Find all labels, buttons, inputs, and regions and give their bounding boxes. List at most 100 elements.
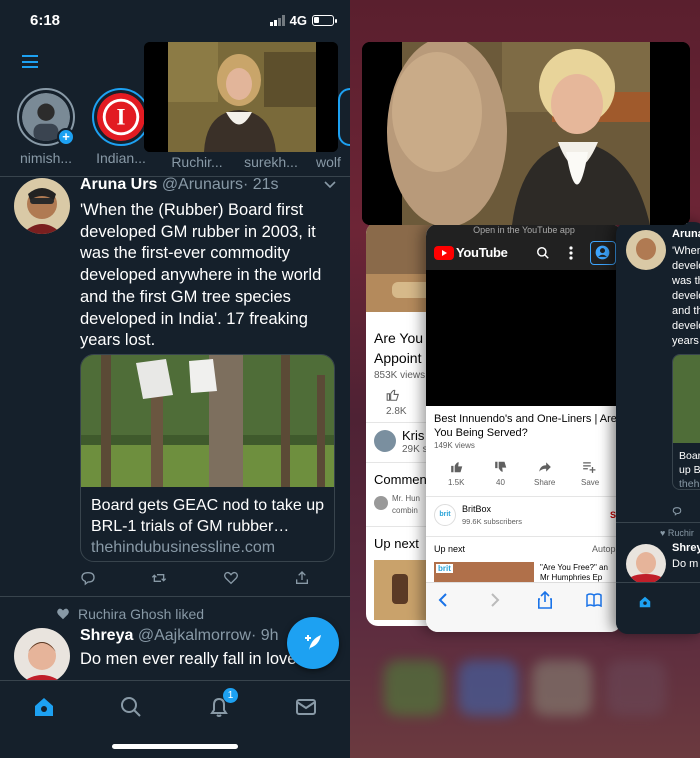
share-icon[interactable] — [294, 570, 310, 586]
account-icon — [595, 245, 610, 260]
share-icon[interactable] — [538, 460, 552, 474]
dock-app-blurred — [532, 660, 592, 716]
tweet-text: Do men ever really fall in love — [80, 650, 297, 668]
dislike-icon[interactable] — [494, 460, 508, 474]
fleet-item[interactable]: Ruchir... — [166, 150, 228, 170]
subscriber-count: 99.6K subscribers — [462, 517, 523, 526]
heart-icon — [57, 608, 69, 620]
fleet-item[interactable]: I Indian... — [90, 88, 152, 166]
author-name[interactable]: Aruna Urs — [80, 176, 157, 193]
svg-text:I: I — [117, 104, 126, 130]
more-options-icon[interactable] — [568, 246, 574, 260]
video-title: Are You Appoint — [374, 330, 424, 366]
like-count: 1.5K — [448, 478, 465, 487]
feather-plus-icon — [305, 635, 321, 650]
author-handle[interactable]: @Aajkalmorrow — [138, 627, 251, 644]
video-title: Best Innuendo's and One-Liners | Are You… — [434, 413, 617, 439]
card-title: Board gets GEAC nod to take up BRL-1 tri… — [91, 497, 325, 535]
dock-app-blurred — [458, 660, 518, 716]
app-switcher: Are You Appoint 853K views 2.8K Kris 29K… — [350, 0, 700, 758]
status-right: 4G — [269, 13, 337, 28]
video-frame — [362, 42, 690, 225]
link-card-partial: Boar up B theh — [672, 354, 700, 490]
share-icon[interactable] — [538, 591, 552, 609]
youtube-header: YouTube — [426, 236, 622, 270]
autoplay-label[interactable]: Autop — [592, 544, 616, 554]
author-name[interactable]: Shreya — [80, 627, 133, 644]
retweet-icon[interactable] — [151, 570, 167, 586]
twitter-app: 6:18 4G + nimish... I Indian... Ruchir..… — [0, 0, 350, 758]
search-icon[interactable] — [119, 695, 143, 719]
reply-icon — [672, 507, 682, 516]
up-next-label: Up next — [434, 544, 466, 554]
fleet-label: wolf — [316, 154, 341, 170]
like-icon[interactable] — [386, 388, 400, 402]
home-indicator[interactable] — [112, 744, 238, 749]
fleet-item[interactable]: wolf — [316, 150, 350, 170]
bookmarks-icon[interactable] — [586, 593, 602, 607]
author-handle[interactable]: @Arunaurs — [162, 176, 243, 193]
signal-icon — [269, 15, 285, 26]
link-card[interactable]: Board gets GEAC nod to take up BRL-1 tri… — [80, 354, 335, 562]
app-card-youtube[interactable]: Open in the YouTube app YouTube Best Inn… — [426, 224, 622, 632]
tweet-time: · 21s — [242, 176, 279, 193]
network-label: 4G — [289, 13, 307, 28]
view-count: 149K views — [434, 441, 475, 450]
search-icon[interactable] — [536, 246, 550, 260]
avatar[interactable] — [14, 178, 70, 234]
fleet-item[interactable]: surekh... — [240, 150, 302, 170]
like-icon[interactable] — [450, 460, 464, 474]
youtube-logo-text: YouTube — [456, 245, 508, 260]
back-icon[interactable] — [438, 593, 448, 607]
tab-bar — [616, 582, 700, 634]
card-domain: thehindubusinessline.com — [91, 539, 276, 556]
up-next-title[interactable]: "Are You Free?" an Mr Humphries Ep — [540, 563, 608, 583]
channel-name[interactable]: BritBox — [462, 504, 491, 514]
home-icon[interactable] — [32, 695, 56, 719]
card-image — [81, 355, 334, 487]
forward-icon[interactable] — [490, 593, 500, 607]
menu-icon[interactable] — [22, 55, 38, 68]
dock-app-blurred — [606, 660, 666, 716]
pip-video[interactable] — [144, 42, 338, 152]
youtube-logo-icon — [434, 246, 454, 260]
account-button[interactable] — [590, 241, 616, 265]
messages-icon[interactable] — [294, 695, 318, 719]
fleet-ring-partial — [338, 88, 350, 146]
home-icon — [639, 596, 651, 608]
tweet-actions — [80, 570, 310, 586]
video-player[interactable] — [426, 270, 622, 406]
app-card-twitter[interactable]: di Aruna 'When develo was th develo and … — [616, 222, 700, 634]
dock-app-blurred — [384, 660, 444, 716]
britbox-avatar[interactable]: brit — [434, 504, 456, 526]
up-next-thumbnail[interactable]: brit — [434, 562, 534, 582]
comment-author: Mr. Hun — [392, 494, 421, 503]
safari-toolbar — [426, 582, 622, 632]
open-in-app-hint[interactable]: Open in the YouTube app — [426, 224, 622, 236]
pip-video-large[interactable] — [362, 42, 690, 225]
tweet-header: Aruna Urs @Arunaurs· 21s — [80, 176, 279, 194]
author-name: Shrey — [672, 542, 700, 554]
divider — [0, 596, 350, 597]
like-icon[interactable] — [223, 570, 239, 586]
fleet-label: surekh... — [244, 154, 298, 170]
avatar[interactable] — [14, 628, 70, 684]
save-playlist-icon[interactable] — [582, 460, 596, 474]
notification-badge: 1 — [223, 688, 238, 703]
fleet-label: Indian... — [96, 150, 146, 166]
comment-text: combin — [392, 506, 418, 515]
add-fleet-icon[interactable]: + — [57, 128, 75, 146]
comments-header[interactable]: Comment — [374, 472, 430, 487]
fleet-item[interactable]: + nimish... — [15, 88, 77, 166]
video-frame — [144, 42, 338, 152]
dislike-count: 40 — [496, 478, 505, 487]
reply-icon[interactable] — [80, 570, 96, 586]
status-time: 6:18 — [30, 12, 61, 29]
tweet-text-partial: 'When develo was th develo and th develo… — [672, 245, 700, 347]
author-name: Aruna — [672, 228, 700, 240]
share-label: Share — [534, 478, 556, 487]
save-label: Save — [581, 478, 600, 487]
like-count: 2.8K — [386, 406, 407, 417]
chevron-down-icon[interactable] — [324, 178, 336, 192]
compose-tweet-button[interactable] — [287, 617, 339, 669]
